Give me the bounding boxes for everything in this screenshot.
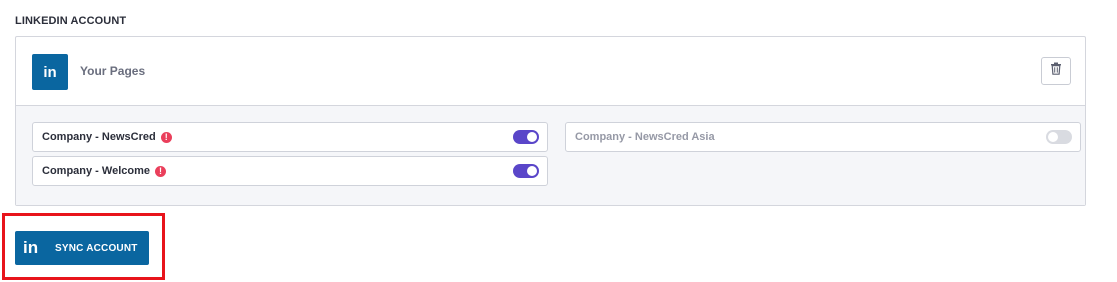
warning-icon: !: [155, 166, 166, 177]
pages-list: Company - NewsCred! Company - Welcome! C…: [16, 106, 1085, 205]
warning-icon: !: [160, 132, 172, 143]
trash-icon: [1050, 62, 1062, 80]
delete-account-button[interactable]: [1041, 57, 1071, 85]
sync-account-label: SYNC ACCOUNT: [55, 242, 138, 254]
pages-title: Your Pages: [80, 64, 146, 78]
page-row-welcome[interactable]: Company - Welcome!: [32, 156, 548, 186]
page-row-newscred-asia[interactable]: Company - NewsCred Asia: [565, 122, 1081, 152]
page-toggle-newscred[interactable]: [513, 130, 539, 144]
page-toggle-newscred-asia[interactable]: [1046, 130, 1072, 144]
linkedin-logo-icon: in: [32, 54, 68, 90]
page-name: Company - NewsCred: [42, 131, 156, 143]
page-toggle-welcome[interactable]: [513, 164, 539, 178]
section-title: LINKEDIN ACCOUNT: [15, 15, 127, 27]
linkedin-account-card: in Your Pages Company - NewsCred! Compan…: [15, 36, 1086, 206]
card-header: in Your Pages: [16, 37, 1085, 106]
sync-account-button[interactable]: in SYNC ACCOUNT: [15, 231, 149, 265]
page-name: Company - Welcome: [42, 165, 150, 177]
linkedin-icon: in: [23, 238, 39, 257]
page-row-newscred[interactable]: Company - NewsCred!: [32, 122, 548, 152]
page-name: Company - NewsCred Asia: [575, 131, 715, 143]
